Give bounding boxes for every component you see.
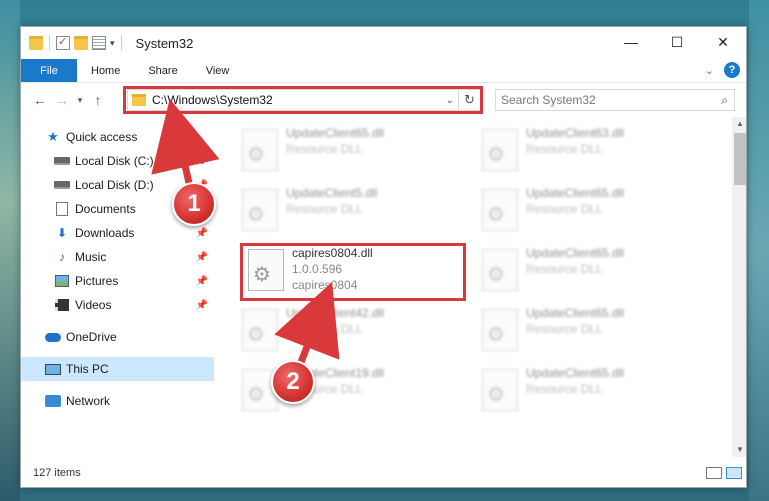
step-badge-2: 2 bbox=[271, 360, 315, 404]
arrow-to-file bbox=[274, 281, 340, 372]
step-badge-1: 1 bbox=[172, 182, 216, 226]
callout-arrows bbox=[151, 98, 340, 372]
